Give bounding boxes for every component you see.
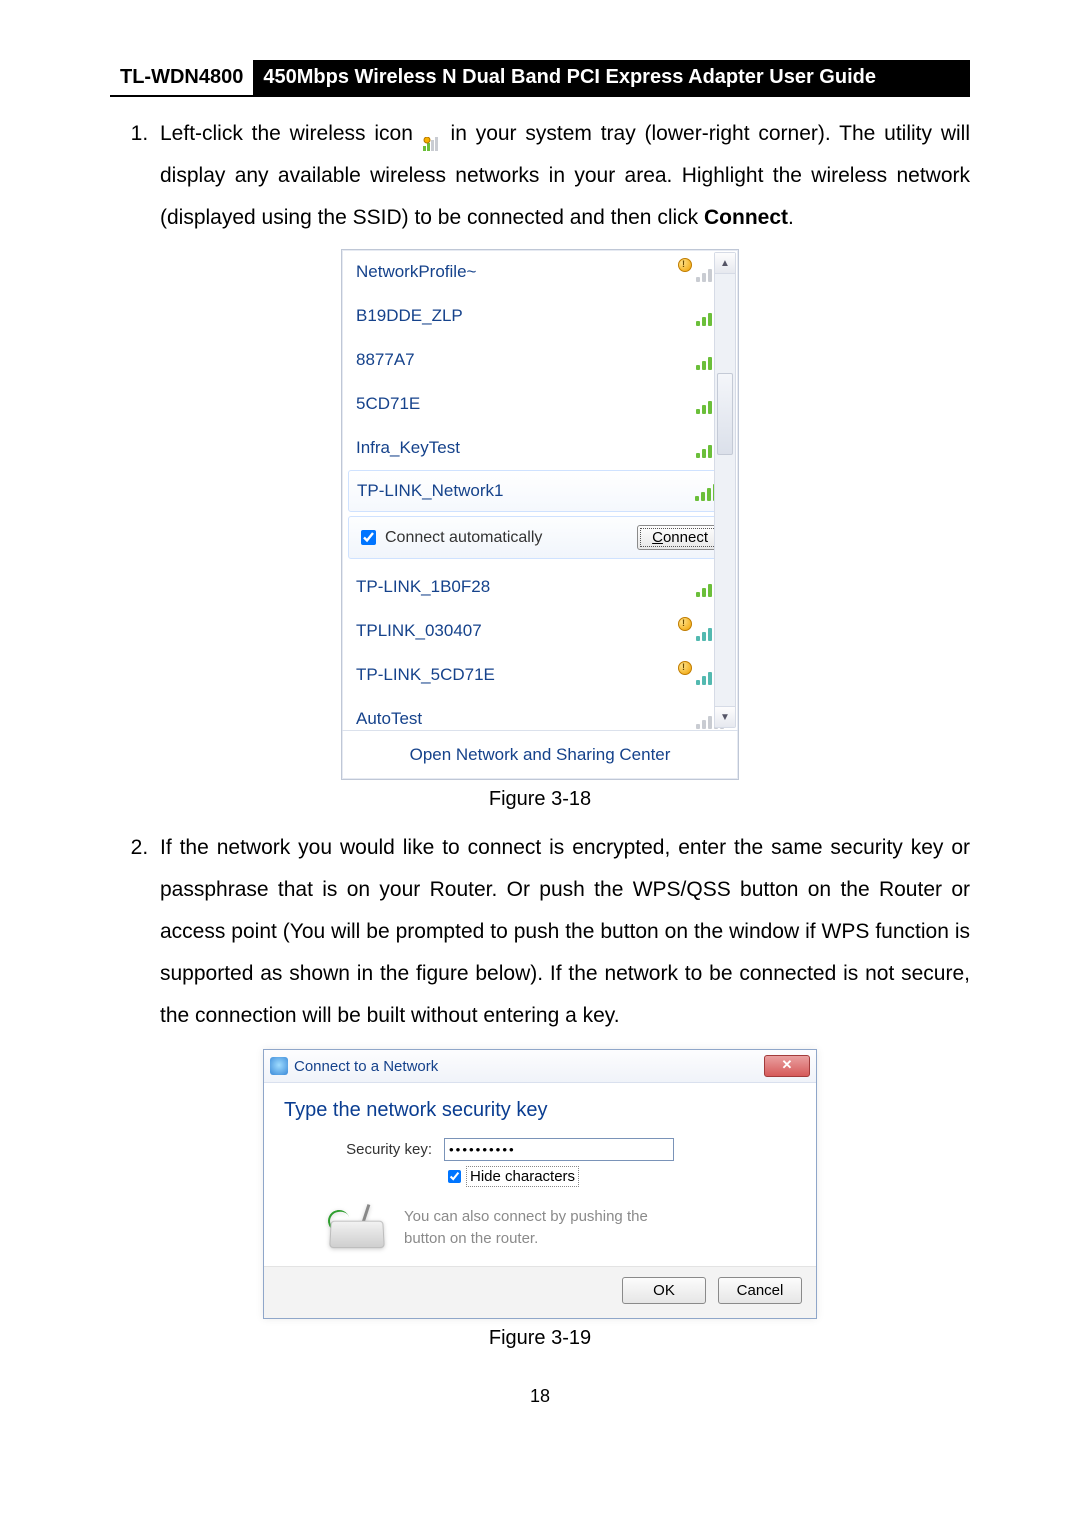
step1-end: .	[788, 206, 794, 229]
network-name: TPLINK_030407	[356, 621, 678, 641]
network-flyout: NetworkProfile~ B19DDE_ZLP 8877A7 5CD71E	[341, 249, 739, 780]
network-item[interactable]: B19DDE_ZLP	[342, 294, 738, 338]
connect-button[interactable]: Connect	[637, 525, 723, 550]
step-1: Left-click the wireless icon in your sys…	[154, 113, 970, 239]
steps-list: Left-click the wireless icon in your sys…	[110, 113, 970, 239]
figure-caption: Figure 3-19	[110, 1327, 970, 1350]
network-name: TP-LINK_5CD71E	[356, 665, 678, 685]
step1-pre: Left-click the wireless icon	[160, 122, 422, 145]
doc-title: 450Mbps Wireless N Dual Band PCI Express…	[253, 60, 970, 95]
page-number: 18	[110, 1386, 970, 1407]
network-item[interactable]: TPLINK_030407	[342, 609, 738, 653]
auto-connect-input[interactable]	[361, 530, 376, 545]
scroll-up-button[interactable]: ▲	[715, 253, 735, 274]
network-name: NetworkProfile~	[356, 262, 678, 282]
hide-characters-label: Hide characters	[468, 1168, 577, 1185]
network-item[interactable]: Infra_KeyTest	[342, 426, 738, 470]
step-2: If the network you would like to connect…	[154, 827, 970, 1037]
warning-shield-icon	[678, 621, 700, 641]
network-item[interactable]: TP-LINK_1B0F28	[342, 565, 738, 609]
scroll-thumb[interactable]	[717, 373, 733, 455]
network-list: NetworkProfile~ B19DDE_ZLP 8877A7 5CD71E	[342, 250, 738, 730]
chevron-up-icon: ▲	[720, 258, 730, 269]
open-network-center-link[interactable]: Open Network and Sharing Center	[342, 730, 738, 779]
dialog-titlebar: Connect to a Network ✕	[264, 1050, 816, 1083]
dialog-app-icon	[270, 1057, 288, 1075]
dialog-heading: Type the network security key	[284, 1099, 796, 1122]
network-item-selected[interactable]: TP-LINK_Network1	[348, 470, 732, 512]
scrollbar[interactable]: ▲ ▼	[714, 252, 736, 728]
network-name: AutoTest	[356, 709, 696, 729]
chevron-down-icon: ▼	[720, 712, 730, 723]
connect-panel: Connect automatically Connect	[348, 516, 732, 559]
network-name: 8877A7	[356, 350, 696, 370]
network-item[interactable]: 8877A7	[342, 338, 738, 382]
close-button[interactable]: ✕	[764, 1055, 810, 1077]
doc-header: TL-WDN4800 450Mbps Wireless N Dual Band …	[110, 60, 970, 97]
ok-button[interactable]: OK	[622, 1277, 706, 1304]
auto-connect-label: Connect automatically	[385, 529, 542, 547]
dialog-title-text: Connect to a Network	[294, 1058, 438, 1075]
doc-model: TL-WDN4800	[110, 60, 253, 95]
network-name: B19DDE_ZLP	[356, 306, 696, 326]
hide-characters-checkbox[interactable]	[448, 1170, 461, 1183]
security-key-label: Security key:	[332, 1141, 432, 1158]
network-name: TP-LINK_Network1	[357, 481, 695, 501]
network-item[interactable]: AutoTest	[342, 697, 738, 730]
network-item[interactable]: TP-LINK_5CD71E	[342, 653, 738, 697]
figure-caption: Figure 3-18	[110, 788, 970, 811]
warning-shield-icon	[678, 262, 700, 282]
steps-list-2: If the network you would like to connect…	[110, 827, 970, 1037]
network-item[interactable]: 5CD71E	[342, 382, 738, 426]
tray-wireless-icon	[422, 126, 442, 142]
step1-bold: Connect	[704, 206, 788, 229]
router-note: You can also connect by pushing the butt…	[404, 1206, 648, 1251]
router-icon	[324, 1204, 388, 1252]
network-name: 5CD71E	[356, 394, 696, 414]
warning-shield-icon	[678, 665, 700, 685]
connect-dialog: Connect to a Network ✕ Type the network …	[263, 1049, 817, 1319]
cancel-button[interactable]: Cancel	[718, 1277, 802, 1304]
network-item[interactable]: NetworkProfile~	[342, 250, 738, 294]
network-name: TP-LINK_1B0F28	[356, 577, 696, 597]
auto-connect-checkbox[interactable]: Connect automatically	[357, 527, 542, 548]
scroll-down-button[interactable]: ▼	[715, 706, 735, 727]
network-name: Infra_KeyTest	[356, 438, 696, 458]
security-key-input[interactable]	[444, 1138, 674, 1161]
